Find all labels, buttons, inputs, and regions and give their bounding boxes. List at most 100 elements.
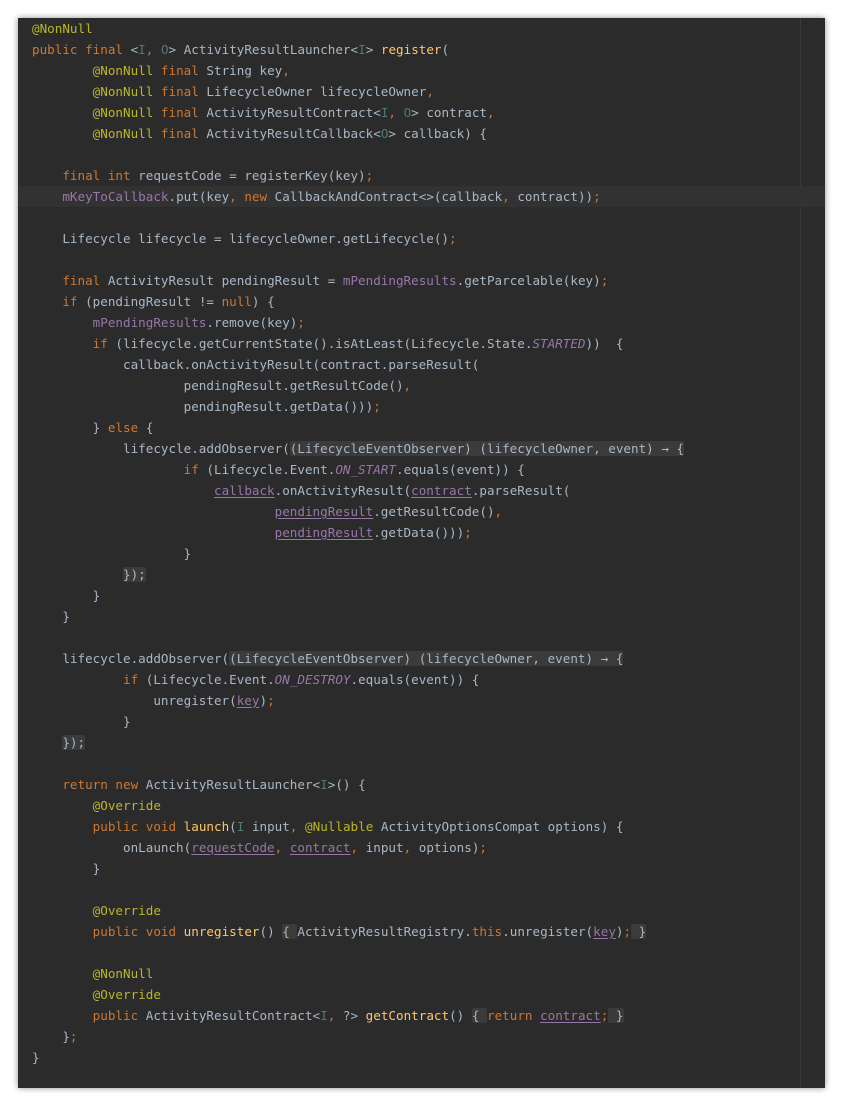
code-line[interactable]: final ActivityResult pendingResult = mPe… [32, 270, 825, 291]
code-line[interactable]: @Override [32, 900, 825, 921]
code-line[interactable]: if (Lifecycle.Event.ON_START.equals(even… [32, 459, 825, 480]
code-token: .getResultCode() [373, 504, 495, 519]
code-token: ActivityOptionsCompat options) { [380, 819, 624, 834]
code-line[interactable]: if (lifecycle.getCurrentState().isAtLeas… [32, 333, 825, 354]
code-token: .put(key [168, 189, 230, 204]
code-token: (lifecycle.getCurrentState().isAtLeast(L… [115, 336, 533, 351]
folded-region[interactable]: (LifecycleEventObserver) (lifecycleOwner… [229, 651, 624, 666]
code-line[interactable]: public final <I, O> ActivityResultLaunch… [32, 39, 825, 60]
code-line[interactable] [32, 879, 825, 900]
code-line[interactable] [32, 627, 825, 648]
code-token: ON_START [335, 462, 396, 477]
code-token: (Lifecycle.Event. [145, 672, 275, 687]
code-token: > contract [411, 105, 487, 120]
code-token: , [145, 42, 161, 57]
code-line[interactable]: return new ActivityResultLauncher<I>() { [32, 774, 825, 795]
code-line[interactable]: public void unregister() { ActivityResul… [32, 921, 825, 942]
code-line[interactable]: pendingResult.getResultCode(), [32, 501, 825, 522]
folded-region[interactable]: } [631, 924, 647, 939]
code-line[interactable]: @NonNull final String key, [32, 60, 825, 81]
code-line[interactable]: } [32, 585, 825, 606]
code-line[interactable]: pendingResult.getData())); [32, 396, 825, 417]
code-token: final int [62, 168, 139, 183]
folded-region[interactable]: (LifecycleEventObserver) (lifecycleOwner… [289, 441, 685, 456]
code-line[interactable]: @NonNull final ActivityResultCallback<O>… [32, 123, 825, 144]
code-token: pendingResult.getResultCode() [32, 378, 404, 393]
code-token: else [107, 420, 146, 435]
code-line[interactable]: @NonNull final ActivityResultContract<I,… [32, 102, 825, 123]
code-editor[interactable]: @NonNull public final <I, O> ActivityResu… [18, 18, 825, 1088]
code-line[interactable]: }; [32, 1026, 825, 1047]
code-line[interactable]: @Override [32, 984, 825, 1005]
code-line[interactable]: public void launch(I input, @Nullable Ac… [32, 816, 825, 837]
code-line[interactable]: }); [32, 732, 825, 753]
code-line[interactable]: } [32, 1047, 825, 1068]
code-token: I [358, 42, 366, 57]
code-token: this [471, 924, 503, 939]
code-token: pendingResult.getData())) [32, 399, 374, 414]
code-line[interactable]: @NonNull final LifecycleOwner lifecycleO… [32, 81, 825, 102]
code-line[interactable]: } [32, 711, 825, 732]
code-line[interactable]: onLaunch(requestCode, contract, input, o… [32, 837, 825, 858]
code-line[interactable]: if (Lifecycle.Event.ON_DESTROY.equals(ev… [32, 669, 825, 690]
code-line[interactable]: pendingResult.getData())); [32, 522, 825, 543]
code-token: requestCode = registerKey(key) [138, 168, 366, 183]
code-line[interactable]: Lifecycle lifecycle = lifecycleOwner.get… [32, 228, 825, 249]
code-line[interactable]: @NonNull [32, 18, 825, 39]
code-line[interactable]: lifecycle.addObserver((LifecycleEventObs… [32, 648, 825, 669]
code-line[interactable]: public ActivityResultContract<I, ?> getC… [32, 1005, 825, 1026]
code-token: CallbackAndContract<>(callback [274, 189, 503, 204]
code-token: @NonNull [92, 966, 154, 981]
code-line[interactable]: @Override [32, 795, 825, 816]
code-token: } [32, 546, 192, 561]
code-token: @NonNull [92, 105, 161, 120]
code-token: contract [540, 1008, 601, 1023]
code-token: input [365, 840, 404, 855]
code-line[interactable]: @NonNull [32, 963, 825, 984]
code-line[interactable]: }); [32, 564, 825, 585]
code-line[interactable] [32, 207, 825, 228]
code-line[interactable]: callback.onActivityResult(contract.parse… [32, 354, 825, 375]
code-token: , [388, 105, 404, 120]
code-line[interactable]: } [32, 858, 825, 879]
code-token: I [236, 819, 252, 834]
code-token: contract)) [517, 189, 594, 204]
code-token: ) [259, 693, 268, 708]
code-line[interactable] [32, 144, 825, 165]
code-area[interactable]: @NonNull public final <I, O> ActivityResu… [18, 18, 825, 1068]
code-line[interactable]: if (pendingResult != null) { [32, 291, 825, 312]
folded-region[interactable]: { [282, 924, 298, 939]
code-token: , [350, 840, 366, 855]
code-token: contract [411, 483, 472, 498]
code-line[interactable]: } else { [32, 417, 825, 438]
code-token: > callback) { [388, 126, 487, 141]
folded-region[interactable]: }); [62, 735, 86, 750]
code-line[interactable] [32, 249, 825, 270]
code-token: } [32, 861, 101, 876]
code-line[interactable]: } [32, 543, 825, 564]
folded-region[interactable]: } [608, 1008, 624, 1023]
code-line[interactable]: mKeyToCallback.put(key, new CallbackAndC… [18, 186, 825, 207]
code-line[interactable]: mPendingResults.remove(key); [32, 312, 825, 333]
code-line[interactable] [32, 942, 825, 963]
folded-region[interactable]: { [471, 1008, 487, 1023]
code-token: ActivityResultCallback< [206, 126, 381, 141]
code-line[interactable]: unregister(key); [32, 690, 825, 711]
code-line[interactable]: callback.onActivityResult(contract.parse… [32, 480, 825, 501]
code-line[interactable] [32, 753, 825, 774]
code-line[interactable]: final int requestCode = registerKey(key)… [32, 165, 825, 186]
code-token: final [160, 84, 207, 99]
code-token: , [403, 378, 412, 393]
folded-region[interactable]: }); [123, 567, 146, 582]
code-line[interactable]: pendingResult.getResultCode(), [32, 375, 825, 396]
code-line[interactable]: } [32, 606, 825, 627]
code-line[interactable]: lifecycle.addObserver((LifecycleEventObs… [32, 438, 825, 459]
code-token: @NonNull [92, 84, 161, 99]
